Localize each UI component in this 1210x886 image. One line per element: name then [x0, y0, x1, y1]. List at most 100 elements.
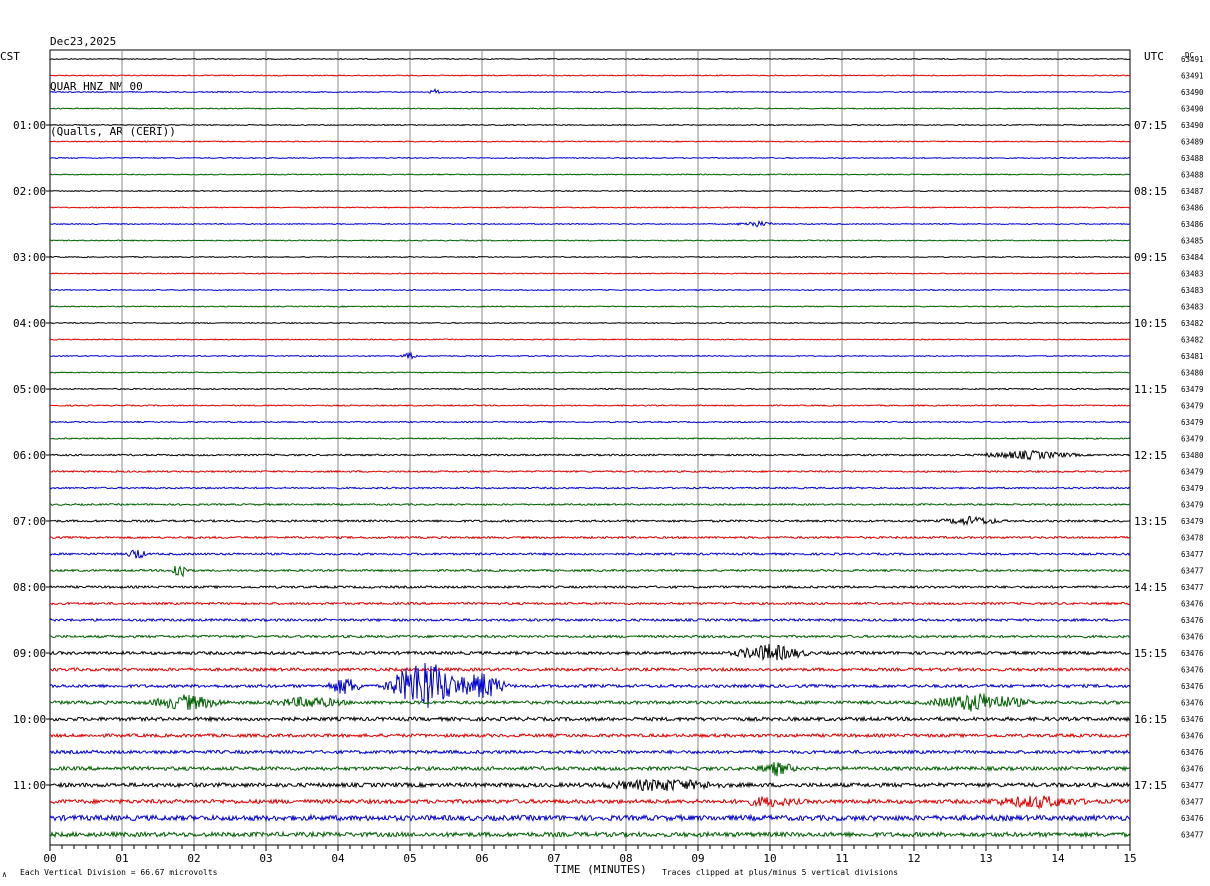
x-tick-label: 11	[835, 852, 848, 865]
x-tick-label: 09	[691, 852, 704, 865]
trace-line	[49, 272, 1131, 275]
utc-hour-label: 09:15	[1134, 251, 1167, 264]
dc-offset-label: 63481	[1181, 352, 1204, 361]
dc-offset-label: 63477	[1181, 798, 1204, 807]
trace-line	[49, 601, 1131, 606]
x-tick-label: 14	[1051, 852, 1065, 865]
trace-line	[49, 749, 1131, 756]
trace-line	[49, 387, 1131, 391]
plot-frame	[49, 49, 1131, 846]
x-tick-label: 03	[259, 852, 272, 865]
dc-offset-label: 63479	[1181, 484, 1204, 493]
x-axis: 00 01 02 03 04 05 06 07 08 09 10 11 12 13 14 15	[43, 844, 1137, 865]
dc-offset-label: 63488	[1181, 154, 1204, 163]
trace-line	[49, 123, 1131, 127]
dc-offset-label: 63476	[1181, 666, 1204, 675]
dc-offset-label: 63491	[1181, 72, 1204, 81]
clip-note: Traces clipped at plus/minus 5 vertical …	[662, 868, 898, 877]
trace-line	[49, 87, 1131, 95]
x-tick-label: 06	[475, 852, 488, 865]
trace-line	[49, 437, 1131, 440]
trace-line	[49, 351, 1131, 361]
cst-hour-label: 03:00	[13, 251, 46, 264]
dc-offset-label: 63483	[1181, 270, 1204, 279]
dc-offset-label: 63476	[1181, 649, 1204, 658]
trace-line	[49, 107, 1131, 110]
dc-offset-label: 63487	[1181, 187, 1204, 196]
trace-line	[49, 74, 1131, 77]
dc-offset-label: 63476	[1181, 600, 1204, 609]
cst-hour-label: 08:00	[13, 581, 46, 594]
trace-line	[49, 830, 1131, 839]
cst-hour-label: 06:00	[13, 449, 46, 462]
trace-line	[49, 584, 1131, 590]
dc-offset-label: 63479	[1181, 402, 1204, 411]
dc-offset-label: 63479	[1181, 435, 1204, 444]
trace-line	[49, 715, 1131, 723]
cst-hour-label: 05:00	[13, 383, 46, 396]
utc-hour-label: 16:15	[1134, 713, 1167, 726]
cst-hour-label: 10:00	[13, 713, 46, 726]
trace-line	[49, 732, 1131, 739]
dc-offset-label: 63476	[1181, 748, 1204, 757]
cst-hour-label: 02:00	[13, 185, 46, 198]
dc-offset-label: 63483	[1181, 303, 1204, 312]
trace-line	[50, 795, 1131, 810]
utc-hour-label: 15:15	[1134, 647, 1167, 660]
dc-offset-label: 63482	[1181, 319, 1204, 328]
dc-offset-label: 63480	[1181, 369, 1204, 378]
cst-hour-label: 07:00	[13, 515, 46, 528]
trace-line	[49, 515, 1131, 527]
utc-hour-labels: 07:15 08:15 09:15 10:15 11:15 12:15 13:15 14:15…	[1134, 119, 1167, 792]
dc-offset-label: 63479	[1181, 517, 1204, 526]
utc-hour-label: 14:15	[1134, 581, 1167, 594]
dc-offset-label: 63477	[1181, 781, 1204, 790]
dc-offset-label: 63482	[1181, 336, 1204, 345]
trace-line	[49, 140, 1131, 143]
dc-offset-label: 63476	[1181, 814, 1204, 823]
trace-line	[49, 288, 1131, 292]
trace-line	[49, 449, 1131, 461]
x-tick-label: 01	[115, 852, 128, 865]
dc-offset-label: 63476	[1181, 765, 1204, 774]
trace-line	[49, 206, 1131, 209]
x-tick-label: 13	[979, 852, 992, 865]
trace-line	[49, 239, 1131, 242]
trace-line	[49, 644, 1131, 662]
trace-line	[49, 778, 1131, 792]
x-tick-label: 05	[403, 852, 416, 865]
dc-offset-label: 63478	[1181, 534, 1204, 543]
utc-hour-label: 17:15	[1134, 779, 1167, 792]
trace-line	[49, 173, 1131, 176]
dc-offset-label: 63483	[1181, 286, 1204, 295]
dc-offset-label: 63479	[1181, 385, 1204, 394]
trace-line	[49, 305, 1131, 308]
utc-hour-label: 12:15	[1134, 449, 1167, 462]
dc-offset-label: 63476	[1181, 616, 1204, 625]
trace-line	[49, 404, 1131, 407]
cst-hour-labels: 01:00 02:00 03:00 04:00 05:00 06:00 07:00 08:00…	[13, 119, 50, 792]
minute-gridlines	[49, 49, 1131, 846]
dc-offset-label: 63488	[1181, 171, 1204, 180]
dc-offset-label: 63486	[1181, 220, 1204, 229]
seismic-traces	[49, 57, 1131, 839]
dc-offset-label: 63490	[1181, 88, 1204, 97]
dc-offset-label: 63476	[1181, 682, 1204, 691]
helicorder-plot: 01:00 02:00 03:00 04:00 05:00 06:00 07:00 08:00…	[0, 49, 1204, 879]
trace-line	[49, 189, 1131, 193]
trace-line	[50, 219, 1131, 228]
dc-offset-label: 63476	[1181, 633, 1204, 642]
x-tick-label: 15	[1123, 852, 1136, 865]
x-tick-label: 00	[43, 852, 56, 865]
dc-offset-label: 63484	[1181, 253, 1204, 262]
x-tick-label: 12	[907, 852, 920, 865]
trace-line	[49, 486, 1131, 490]
cst-timezone-label: CST	[0, 50, 20, 63]
scale-note: Each Vertical Division = 66.67 microvolt…	[20, 868, 218, 877]
dc-offset-label: 63477	[1181, 583, 1204, 592]
x-axis-title: TIME (MINUTES)	[554, 863, 647, 876]
trace-line	[49, 813, 1131, 823]
dc-offset-label: 63480	[1181, 451, 1204, 460]
x-tick-label: 10	[763, 852, 776, 865]
dc-offset-label: 63489	[1181, 138, 1204, 147]
